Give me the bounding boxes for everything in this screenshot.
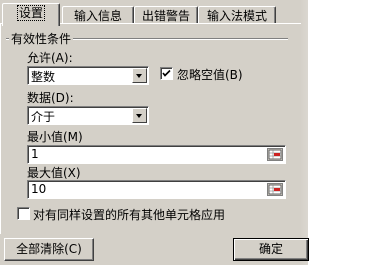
tab-settings-label: 设置 [16, 5, 46, 21]
chevron-down-icon [136, 74, 142, 78]
tab-ime-mode-label: 输入法模式 [206, 9, 267, 23]
data-dropdown[interactable]: 介于 [27, 106, 149, 125]
minimum-input[interactable]: 1 [27, 145, 286, 164]
maximum-value: 10 [31, 182, 47, 196]
chevron-down-icon [136, 114, 142, 118]
tab-input-message-label: 输入信息 [73, 9, 122, 23]
tab-settings[interactable]: 设置 [2, 3, 60, 26]
ignore-blank-label[interactable]: 忽略空值(B) [177, 66, 243, 83]
maximum-input[interactable]: 10 [27, 180, 286, 199]
right-edge-fade [300, 0, 392, 265]
checkmark-icon [162, 69, 171, 77]
allow-dropdown[interactable]: 整数 [27, 66, 149, 85]
apply-all-label[interactable]: 对有同样设置的所有其他单元格应用 [33, 206, 225, 223]
allow-dropdown-button[interactable] [132, 68, 147, 83]
collapse-dialog-icon[interactable] [267, 148, 283, 161]
data-dropdown-value: 介于 [31, 110, 56, 124]
minimum-value: 1 [31, 147, 39, 161]
collapse-dialog-icon[interactable] [267, 183, 283, 196]
allow-label: 允许(A): [27, 51, 73, 65]
data-label: 数据(D): [27, 91, 74, 105]
ok-button[interactable]: 确定 [233, 238, 309, 261]
apply-all-checkbox[interactable] [17, 207, 30, 220]
minimum-label: 最小值(M) [27, 130, 83, 144]
maximum-label: 最大值(X) [27, 166, 81, 180]
data-dropdown-button[interactable] [132, 108, 147, 123]
allow-dropdown-value: 整数 [31, 70, 56, 84]
validation-criteria-title: 有效性条件 [9, 30, 74, 47]
clear-all-button[interactable]: 全部清除(C) [4, 238, 94, 261]
tab-error-alert-label: 出错警告 [141, 9, 190, 23]
ignore-blank-checkbox[interactable] [160, 67, 173, 80]
